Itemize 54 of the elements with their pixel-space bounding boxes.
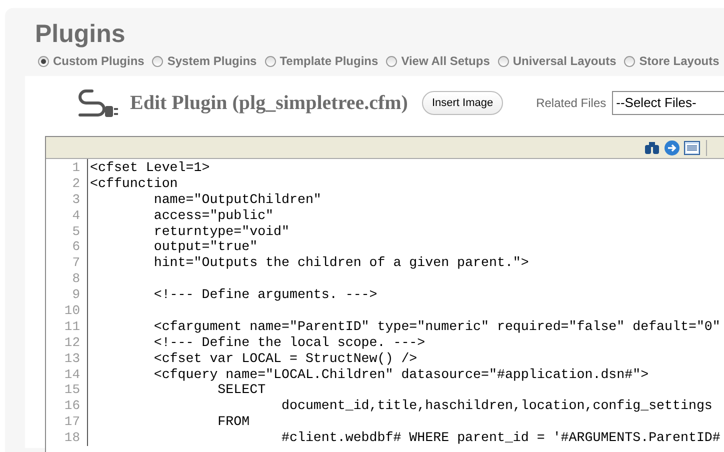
code-line: <cfargument name="ParentID" type="numeric" required="false" default="0"	[152, 318, 720, 334]
code-line: <cffunction	[90, 176, 178, 191]
line-number: 10	[63, 303, 80, 319]
radio-label[interactable]: Store Layouts	[639, 52, 720, 70]
window-icon[interactable]	[684, 140, 700, 154]
radio-button[interactable]	[152, 56, 164, 66]
editor-title: Edit Plugin (plg_simpletree.cfm)	[130, 91, 408, 116]
binoculars-icon[interactable]	[644, 140, 660, 154]
radio-button[interactable]	[38, 56, 49, 66]
line-number: 16	[63, 398, 80, 414]
line-number: 4	[71, 208, 80, 224]
line-number: 13	[63, 350, 80, 367]
line-number: 11	[63, 318, 80, 335]
code-line: access="public"	[152, 208, 274, 223]
code-line: FROM	[216, 414, 250, 430]
related-files-label: Related Files	[536, 95, 606, 112]
line-number: 6	[71, 239, 80, 256]
code-line: #client.webdbf# WHERE parent_id = '#ARGUMENTS.ParentID#	[280, 430, 720, 446]
code-line: document_id,title,haschildren,location,config_settings	[280, 398, 712, 414]
line-number: 15	[63, 382, 80, 398]
line-number: 3	[71, 192, 80, 208]
radio-button[interactable]	[264, 56, 276, 66]
code-line: <cfset var LOCAL = StructNew() />	[152, 350, 418, 366]
code-line: SELECT	[216, 382, 266, 398]
radio-label[interactable]: View All Setups	[401, 52, 490, 70]
code-line: <!--- Define arguments. --->	[152, 287, 378, 302]
line-number: 9	[71, 287, 80, 304]
page-title: Plugins	[35, 20, 126, 48]
code-line: name="OutputChildren"	[152, 192, 322, 207]
line-number: 5	[71, 224, 80, 240]
line-number: 7	[71, 255, 80, 272]
radio-label[interactable]: Template Plugins	[280, 52, 378, 70]
code-line: hint="Outputs the children of a given parent.">	[152, 255, 529, 270]
code-line: <cfquery name="LOCAL.Children" datasource="#application.dsn#">	[152, 366, 649, 382]
code-line: returntype="void"	[152, 224, 290, 239]
radio-button[interactable]	[498, 56, 509, 66]
line-number: 2	[71, 176, 80, 192]
radio-label[interactable]: System Plugins	[167, 52, 257, 70]
code-line: <cfset Level=1>	[90, 160, 210, 175]
line-number: 17	[63, 414, 80, 430]
line-number: 18	[63, 430, 80, 446]
plug-icon	[78, 88, 120, 118]
related-files-select[interactable]: --Select Files-	[612, 91, 724, 115]
insert-image-button[interactable]: Insert Image	[422, 91, 504, 115]
radio-button[interactable]	[386, 56, 398, 66]
radio-label[interactable]: Custom Plugins	[53, 52, 144, 70]
code-line: output="true"	[152, 239, 258, 254]
code-line: <!--- Define the local scope. --->	[152, 334, 426, 350]
line-number: 14	[63, 366, 80, 382]
line-number: 8	[71, 271, 80, 288]
radio-label[interactable]: Universal Layouts	[512, 52, 616, 70]
radio-button[interactable]	[624, 56, 636, 66]
line-number: 1	[71, 160, 80, 176]
line-number: 12	[63, 334, 80, 351]
